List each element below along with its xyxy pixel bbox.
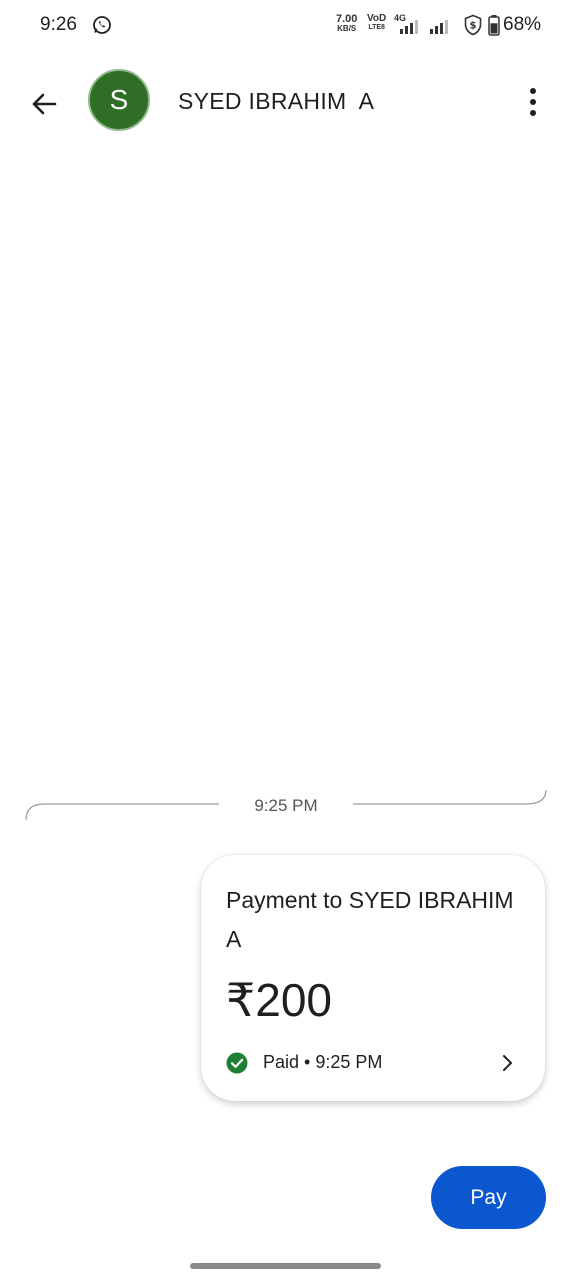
payment-card[interactable]: Payment to SYED IBRAHIM A ₹200 Paid • 9:… [201, 855, 545, 1101]
contact-name[interactable]: SYED IBRAHIM A [178, 88, 374, 115]
chevron-right-icon[interactable] [497, 1053, 517, 1073]
pay-button[interactable]: Pay [431, 1166, 546, 1229]
more-options-icon[interactable] [520, 84, 546, 120]
signal-sim1-icon [400, 20, 418, 34]
avatar-initial: S [109, 84, 129, 115]
timestamp-divider: 9:25 PM [24, 784, 548, 824]
avatar[interactable]: S [88, 69, 150, 131]
svg-text:$: $ [470, 21, 477, 32]
divider-time: 9:25 PM [254, 796, 318, 815]
whatsapp-icon [93, 16, 111, 34]
network-speed-unit: KB/S [337, 24, 357, 33]
shield-dollar-icon: $ [464, 14, 482, 36]
payment-amount: ₹200 [226, 974, 333, 1026]
app-bar: S SYED IBRAHIM A [0, 62, 571, 142]
home-gesture-bar[interactable] [190, 1263, 381, 1269]
volte-indicator: VoD LTE8 [367, 14, 386, 32]
payment-status: Paid • 9:25 PM [263, 1052, 383, 1072]
check-circle-icon [226, 1052, 248, 1074]
battery-icon [488, 15, 500, 36]
status-bar: 9:26 7.00 KB/S VoD LTE8 4G $ 68% [0, 0, 571, 52]
battery-percent: 68% [503, 14, 542, 35]
payment-card-title: Payment to SYED IBRAHIM A [226, 887, 526, 952]
status-time: 9:26 [40, 14, 77, 35]
volte-top: VoD [367, 13, 387, 24]
back-arrow-icon[interactable] [24, 84, 64, 124]
signal-sim2-icon [430, 20, 448, 34]
volte-bottom: LTE8 [368, 24, 385, 31]
network-speed-value: 7.00 [336, 13, 358, 25]
network-speed: 7.00 KB/S [336, 14, 357, 34]
